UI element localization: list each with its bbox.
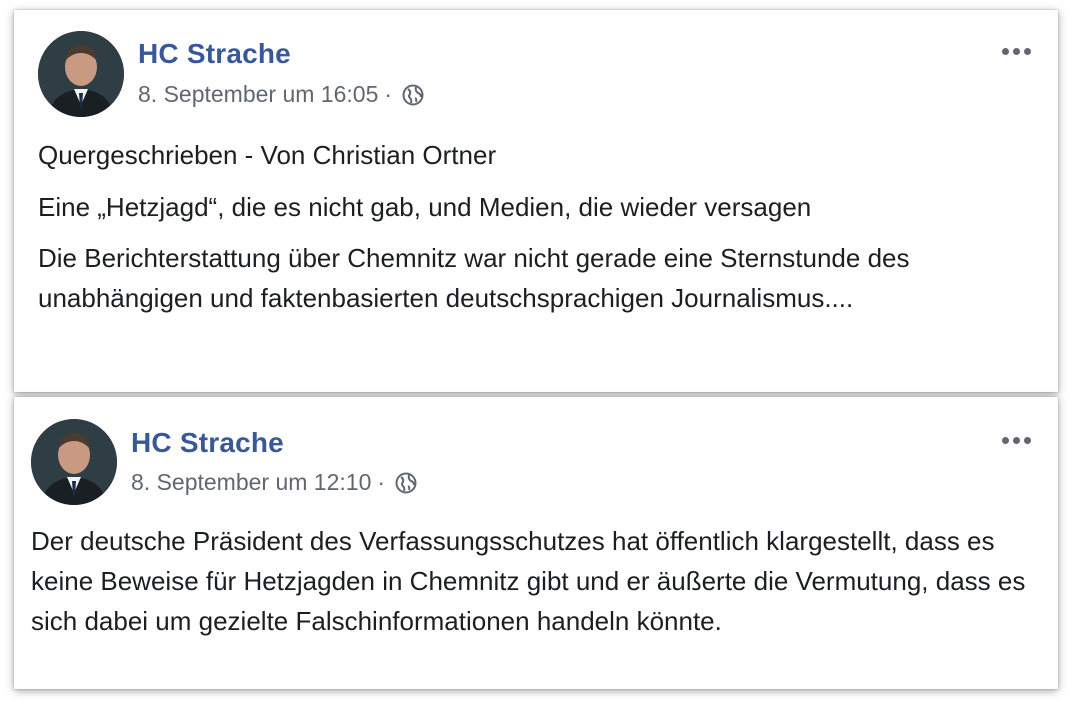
more-options-icon[interactable] — [1000, 42, 1033, 61]
post-author[interactable]: HC Strache — [131, 427, 284, 459]
post-timestamp[interactable]: 8. September um 12:10 — [131, 469, 371, 496]
avatar[interactable] — [38, 31, 124, 117]
facebook-post: HC Strache 8. September um 12:10 · Der d… — [14, 397, 1058, 689]
facebook-post: HC Strache 8. September um 16:05 · Querg… — [14, 10, 1058, 392]
post-timestamp[interactable]: 8. September um 16:05 — [138, 81, 378, 108]
globe-icon[interactable] — [395, 472, 417, 494]
post-meta: 8. September um 12:10 · — [131, 469, 417, 496]
post-text-line: Eine „Hetzjagd“, die es nicht gab, und M… — [38, 192, 812, 222]
post-text-paragraph: Die Berichterstattung über Chemnitz war … — [38, 243, 910, 313]
post-text-line: Quergeschrieben - Von Christian Ortner — [38, 140, 497, 170]
meta-separator: · — [377, 469, 386, 495]
post-author[interactable]: HC Strache — [138, 38, 291, 70]
avatar[interactable] — [31, 419, 117, 505]
post-meta: 8. September um 16:05 · — [138, 81, 424, 108]
globe-icon[interactable] — [402, 84, 424, 106]
meta-separator: · — [384, 81, 393, 107]
more-options-icon[interactable] — [1000, 431, 1033, 450]
post-text-paragraph: Der deutsche Präsident des Verfassungssc… — [31, 526, 1026, 636]
